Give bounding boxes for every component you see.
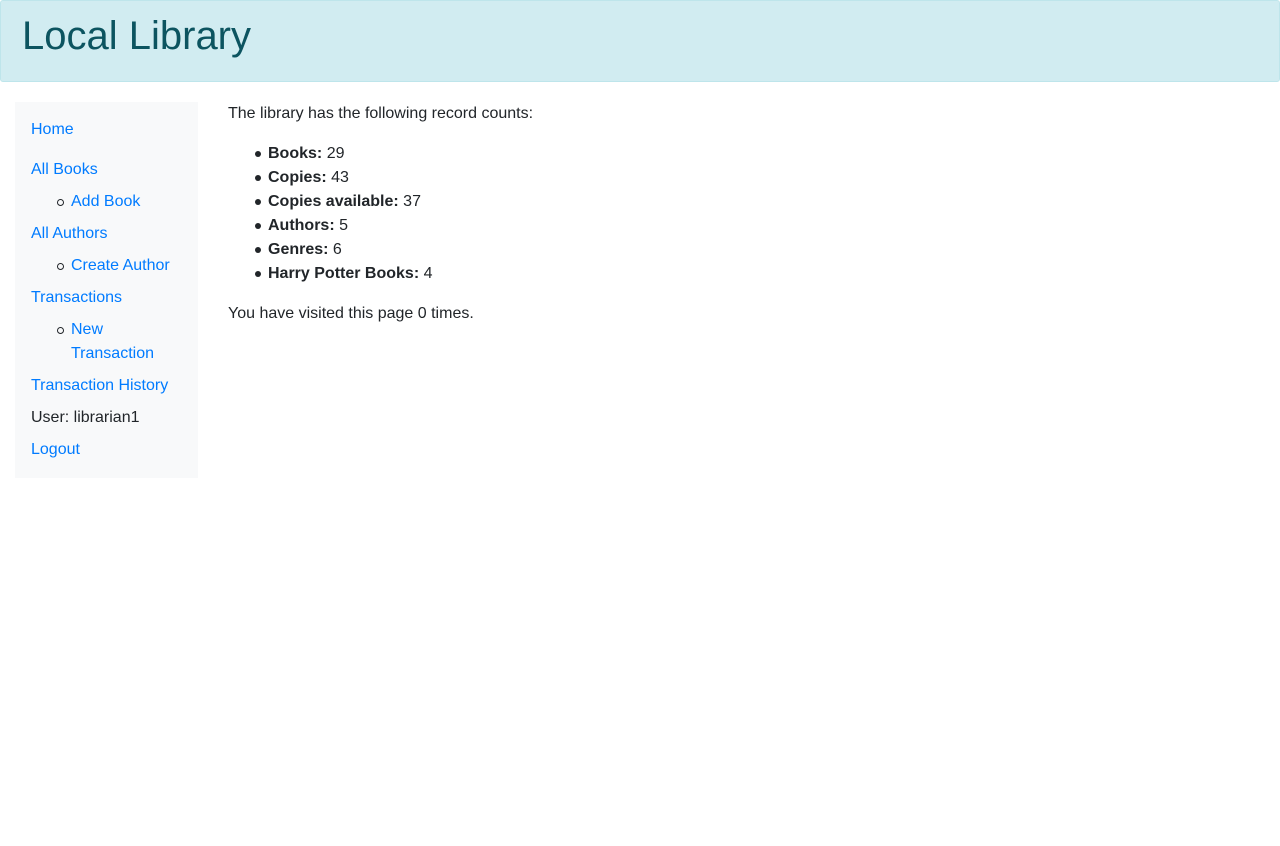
sidebar-subitem-new-transaction: New Transaction: [57, 318, 171, 366]
list-item: Harry Potter Books: 4: [255, 262, 1258, 286]
page-header: Local Library: [0, 0, 1280, 82]
sidebar-link-new-transaction[interactable]: New Transaction: [71, 321, 154, 362]
count-label: Authors:: [268, 217, 335, 234]
current-user-label: User: librarian1: [31, 409, 140, 426]
sidebar-nav: Home All Books Add Book All Authors Crea…: [15, 102, 198, 478]
visit-counter: You have visited this page 0 times.: [228, 305, 474, 322]
bullet-icon: [255, 199, 261, 205]
bullet-icon: [255, 247, 261, 253]
bullet-icon: [255, 223, 261, 229]
list-item: Books: 29: [255, 142, 1258, 166]
sidebar-link-transactions[interactable]: Transactions: [31, 286, 122, 310]
list-item: Copies available: 37: [255, 190, 1258, 214]
sidebar-link-all-authors[interactable]: All Authors: [31, 222, 107, 246]
sidebar-subitem-add-book: Add Book: [57, 190, 191, 214]
count-value: 4: [423, 265, 433, 282]
circle-bullet-icon: [57, 327, 64, 334]
count-label: Genres:: [268, 241, 329, 258]
main-content: The library has the following record cou…: [228, 102, 1258, 326]
sidebar-link-transaction-history[interactable]: Transaction History: [31, 374, 168, 398]
sidebar-link-logout[interactable]: Logout: [31, 438, 80, 462]
count-value: 37: [403, 193, 421, 210]
sidebar-link-home[interactable]: Home: [31, 118, 74, 142]
count-value: 29: [326, 145, 345, 162]
bullet-icon: [255, 175, 261, 181]
count-label: Copies available:: [268, 193, 399, 210]
list-item: Authors: 5: [255, 214, 1258, 238]
list-item: Copies: 43: [255, 166, 1258, 190]
record-counts-intro: The library has the following record cou…: [228, 105, 534, 122]
sidebar-link-create-author[interactable]: Create Author: [71, 257, 170, 274]
circle-bullet-icon: [57, 263, 64, 270]
record-counts-list: Books: 29 Copies: 43 Copies available: 3…: [228, 142, 1258, 286]
list-item: Genres: 6: [255, 238, 1258, 262]
page-title: Local Library: [22, 14, 252, 58]
bullet-icon: [255, 271, 261, 277]
count-label: Copies:: [268, 169, 327, 186]
circle-bullet-icon: [57, 199, 64, 206]
count-label: Harry Potter Books:: [268, 265, 420, 282]
count-value: 43: [331, 169, 349, 186]
sidebar-link-add-book[interactable]: Add Book: [71, 193, 140, 210]
sidebar-subitem-create-author: Create Author: [57, 254, 191, 278]
count-value: 5: [339, 217, 349, 234]
bullet-icon: [255, 151, 261, 157]
sidebar-link-all-books[interactable]: All Books: [31, 158, 98, 182]
count-value: 6: [332, 241, 342, 258]
count-label: Books:: [268, 145, 323, 162]
